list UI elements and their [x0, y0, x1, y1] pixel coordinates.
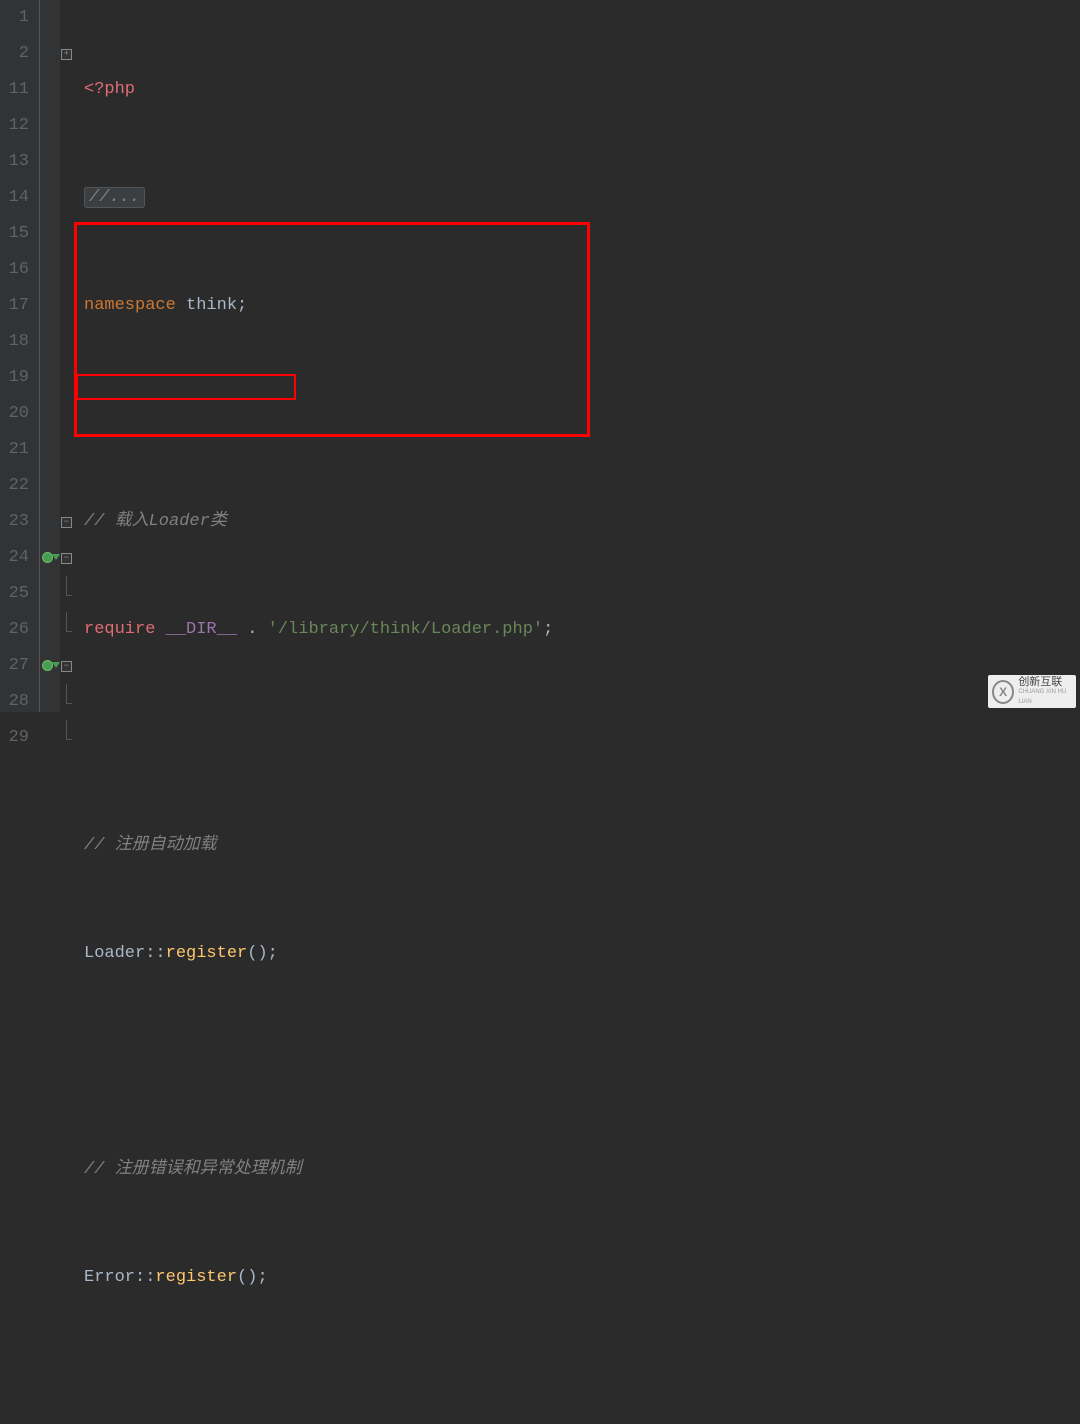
folded-region[interactable]: //... — [84, 187, 145, 208]
line-number-gutter: 1 2 11 12 13 14 15 16 17 18 19 20 21 22 … — [0, 0, 40, 712]
code-editor[interactable]: 1 2 11 12 13 14 15 16 17 18 19 20 21 22 … — [0, 0, 1080, 712]
fold-collapse-icon[interactable]: − — [61, 553, 72, 564]
line-number: 27 — [0, 648, 29, 684]
line-number: 15 — [0, 216, 29, 252]
fold-end-icon — [61, 736, 72, 747]
watermark-text: 创新互联 — [1018, 677, 1076, 687]
line-number: 20 — [0, 396, 29, 432]
line-number: 11 — [0, 72, 29, 108]
line-number: 28 — [0, 684, 29, 720]
line-number: 17 — [0, 288, 29, 324]
line-number: 24 — [0, 540, 29, 576]
watermark-logo: X 创新互联 CHUANG XIN HU LIAN — [988, 675, 1076, 708]
fold-collapse-icon[interactable]: − — [61, 661, 72, 672]
comment: // 载入Loader类 — [84, 512, 227, 531]
line-number: 23 — [0, 504, 29, 540]
keyword-require: require — [84, 620, 155, 639]
override-marker-icon[interactable] — [40, 648, 60, 684]
line-number: 14 — [0, 180, 29, 216]
fold-end-icon — [61, 592, 72, 603]
comment: // 注册自动加载 — [84, 836, 217, 855]
comment: // 注册错误和异常处理机制 — [84, 1160, 302, 1179]
php-open-tag: <?php — [84, 80, 135, 99]
line-number: 16 — [0, 252, 29, 288]
line-number: 2 — [0, 36, 29, 72]
fold-end-icon — [61, 700, 72, 711]
marker-gutter — [40, 0, 60, 712]
line-number: 18 — [0, 324, 29, 360]
line-number: 26 — [0, 612, 29, 648]
fold-collapse-icon[interactable]: − — [61, 517, 72, 528]
line-number: 1 — [0, 0, 29, 36]
fold-end-icon — [61, 628, 72, 639]
watermark-icon: X — [992, 680, 1014, 704]
override-marker-icon[interactable] — [40, 540, 60, 576]
keyword-namespace: namespace — [84, 296, 176, 315]
fold-expand-icon[interactable]: + — [61, 49, 72, 60]
line-number: 29 — [0, 720, 29, 756]
line-number: 22 — [0, 468, 29, 504]
line-number: 13 — [0, 144, 29, 180]
fold-gutter[interactable]: + − − − — [60, 0, 78, 712]
watermark-subtext: CHUANG XIN HU LIAN — [1018, 687, 1076, 707]
line-number: 19 — [0, 360, 29, 396]
line-number: 12 — [0, 108, 29, 144]
line-number: 25 — [0, 576, 29, 612]
line-number: 21 — [0, 432, 29, 468]
code-area[interactable]: <?php //... namespace think; // 载入Loader… — [78, 0, 1080, 712]
